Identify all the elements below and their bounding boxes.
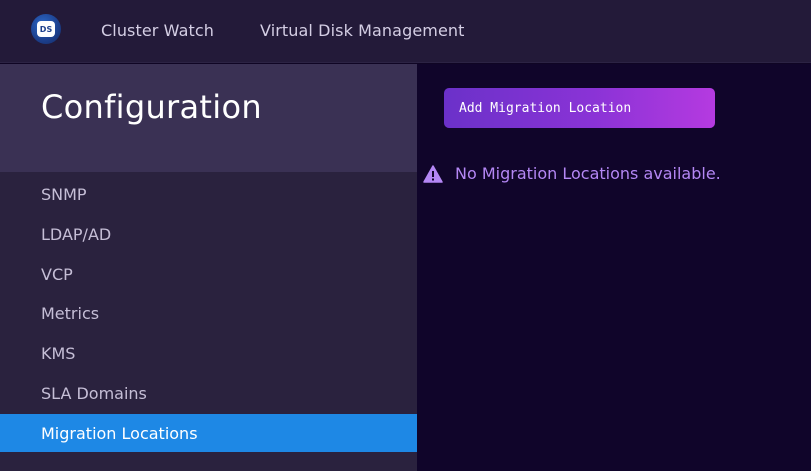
sidebar-item-sla-domains[interactable]: SLA Domains xyxy=(0,375,417,411)
warning-triangle-icon xyxy=(423,164,443,183)
sidebar-item-vcp[interactable]: VCP xyxy=(0,256,417,292)
nav-link-cluster-watch[interactable]: Cluster Watch xyxy=(101,21,214,40)
sidebar: Configuration SNMP LDAP/AD VCP Metrics K… xyxy=(0,64,417,471)
add-migration-location-button[interactable]: Add Migration Location xyxy=(444,88,715,128)
sidebar-item-ldap-ad[interactable]: LDAP/AD xyxy=(0,216,417,252)
sidebar-item-migration-locations[interactable]: Migration Locations xyxy=(0,414,417,452)
sidebar-item-snmp[interactable]: SNMP xyxy=(0,176,417,212)
main-content: Add Migration Location No Migration Loca… xyxy=(417,64,811,471)
empty-state-notice: No Migration Locations available. xyxy=(423,164,721,183)
top-navigation-bar: DS Cluster Watch Virtual Disk Management xyxy=(0,0,811,63)
sidebar-item-metrics[interactable]: Metrics xyxy=(0,295,417,331)
sidebar-title: Configuration xyxy=(41,88,262,126)
sidebar-header: Configuration xyxy=(0,64,417,172)
sidebar-item-kms[interactable]: KMS xyxy=(0,335,417,371)
nav-link-virtual-disk-management[interactable]: Virtual Disk Management xyxy=(260,21,465,40)
empty-state-message: No Migration Locations available. xyxy=(455,164,721,183)
app-logo-icon[interactable]: DS xyxy=(31,14,61,44)
logo-badge: DS xyxy=(37,21,55,37)
